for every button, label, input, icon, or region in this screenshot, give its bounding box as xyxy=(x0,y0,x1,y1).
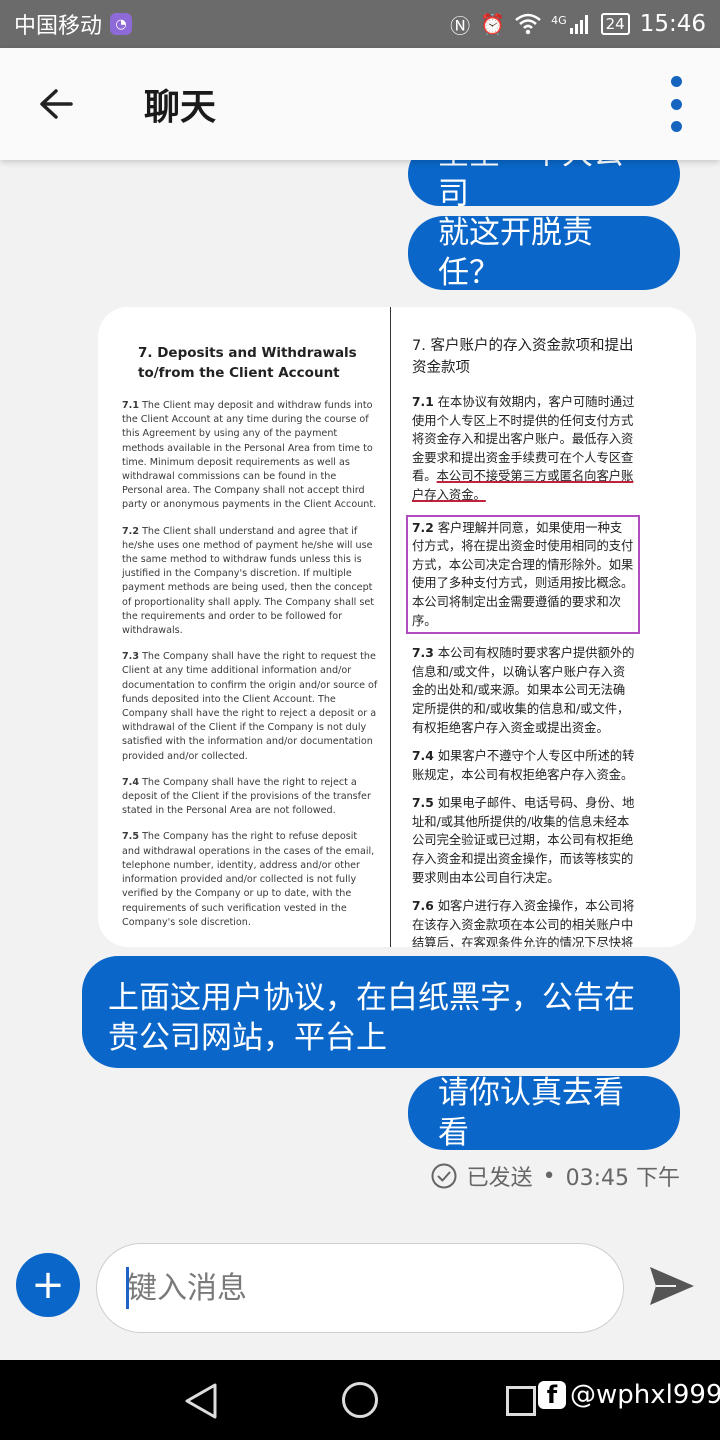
document-english-column: 7. Deposits and Withdrawals to/from the … xyxy=(122,343,378,942)
nav-home-icon[interactable] xyxy=(342,1382,378,1418)
document-paragraph: 7.4 如果客户不遵守个人专区中所述的转账规定，本公司有权拒绝客户存入资金。 xyxy=(412,749,635,782)
message-bubble[interactable]: 上面这用户协议，在白纸黑字，公告在贵公司网站，平台上 xyxy=(82,956,680,1068)
document-paragraph: 7.2 The Client shall understand and agre… xyxy=(122,525,375,637)
page-title: 聊天 xyxy=(144,87,217,128)
nav-back-icon[interactable] xyxy=(183,1382,219,1420)
underlined-clause: 本公司不接受第三方或匿名向客户账户存入资金。 xyxy=(412,469,634,502)
delivery-time: 03:45 下午 xyxy=(565,1166,680,1191)
nfc-icon: Ⓝ xyxy=(450,13,471,38)
document-paragraph: 7.1 The Client may deposit and withdraw … xyxy=(122,400,377,511)
message-text: 上面这用户协议，在白纸黑字，公告在贵公司网站，平台上 xyxy=(108,980,635,1056)
app-bar: 聊天 xyxy=(0,48,720,160)
message-text: 就这开脱责任？ xyxy=(438,215,593,291)
battery-level: 24 xyxy=(600,13,630,35)
agreement-document-image: 7. Deposits and Withdrawals to/from the … xyxy=(98,307,696,947)
carrier-name: 中国移动 xyxy=(14,14,103,39)
network-type: 4G xyxy=(551,13,567,27)
document-en-title: 7. Deposits and Withdrawals to/from the … xyxy=(138,345,357,381)
more-vertical-icon xyxy=(670,76,682,87)
add-attachment-button[interactable]: + xyxy=(16,1253,80,1317)
document-paragraph: 7.3 本公司有权随时要求客户提供额外的信息和/或文件，以确认客户账户存入资金的… xyxy=(412,646,635,735)
message-composer: + xyxy=(0,1215,720,1360)
message-text: 请你认真去看看 xyxy=(438,1075,624,1151)
status-time: 15:46 xyxy=(639,11,706,37)
delivery-separator: • xyxy=(542,1163,556,1189)
status-bar: 中国移动 ◔ Ⓝ ⏰ 4G 24 15:46 xyxy=(0,0,720,48)
chat-area[interactable]: 堂堂一个大公司 就这开脱责任？ 7. Deposits and Withdraw… xyxy=(0,160,720,1215)
watermark: f @wphxl999 xyxy=(538,1380,720,1410)
nav-recents-icon[interactable] xyxy=(506,1386,536,1416)
plus-icon: + xyxy=(31,1262,65,1308)
signal-icon xyxy=(569,15,588,34)
message-bubble[interactable]: 请你认真去看看 xyxy=(408,1075,680,1151)
message-bubble[interactable]: 就这开脱责任？ xyxy=(408,215,680,291)
system-nav-bar: f @wphxl999 xyxy=(0,1360,720,1440)
alarm-icon: ⏰ xyxy=(480,12,506,36)
send-icon[interactable] xyxy=(646,1263,698,1309)
back-button[interactable] xyxy=(24,72,88,136)
boxed-clause: 7.2 客户理解并同意，如果使用一种支付方式，将在提出资金时使用相同的支付方式，… xyxy=(406,514,640,635)
delivery-status: 已发送 • 03:45 下午 xyxy=(431,1160,680,1192)
image-message[interactable]: 7. Deposits and Withdrawals to/from the … xyxy=(98,307,696,947)
document-paragraph: 7.6 如客户进行存入资金操作，本公司将在该存入资金款项在本公司的相关账户中结算… xyxy=(412,899,635,947)
document-paragraph: 7.5 The Company has the right to refuse … xyxy=(122,831,375,928)
facebook-logo-icon: f xyxy=(538,1381,566,1409)
message-input[interactable] xyxy=(96,1243,624,1333)
arrow-left-icon xyxy=(40,89,73,119)
status-icons: Ⓝ ⏰ 4G 24 15:46 xyxy=(450,10,706,39)
carrier-group: 中国移动 ◔ xyxy=(14,8,133,40)
app-notification-icon: ◔ xyxy=(110,13,133,35)
message-text: 堂堂一个大公司 xyxy=(438,160,624,212)
text-cursor xyxy=(126,1267,129,1309)
message-bubble[interactable]: 堂堂一个大公司 xyxy=(408,160,680,212)
wifi-icon xyxy=(515,13,541,35)
document-paragraph: 7.4 The Company shall have the right to … xyxy=(122,776,371,817)
watermark-handle: @wphxl999 xyxy=(570,1380,720,1410)
document-paragraph: 7.3 The Company shall have the right to … xyxy=(122,651,378,762)
check-circle-icon xyxy=(431,1163,457,1189)
document-cn-title: 7. 客户账户的存入资金款项和提出资金款项 xyxy=(412,338,634,376)
column-divider xyxy=(390,307,391,947)
more-options-button[interactable] xyxy=(658,76,694,132)
delivery-status-text: 已发送 xyxy=(466,1166,533,1191)
document-paragraph: 7.1 在本协议有效期内，客户可随时通过使用个人专区上不时提供的任何支付方式将资… xyxy=(412,395,635,502)
document-paragraph: 7.5 如果电子邮件、电话号码、身份、地址和/或其他所提供的/收集的信息未经本公… xyxy=(412,796,635,885)
document-chinese-column: 7. 客户账户的存入资金款项和提出资金款项 7.1 在本协议有效期内，客户可随时… xyxy=(406,335,640,947)
